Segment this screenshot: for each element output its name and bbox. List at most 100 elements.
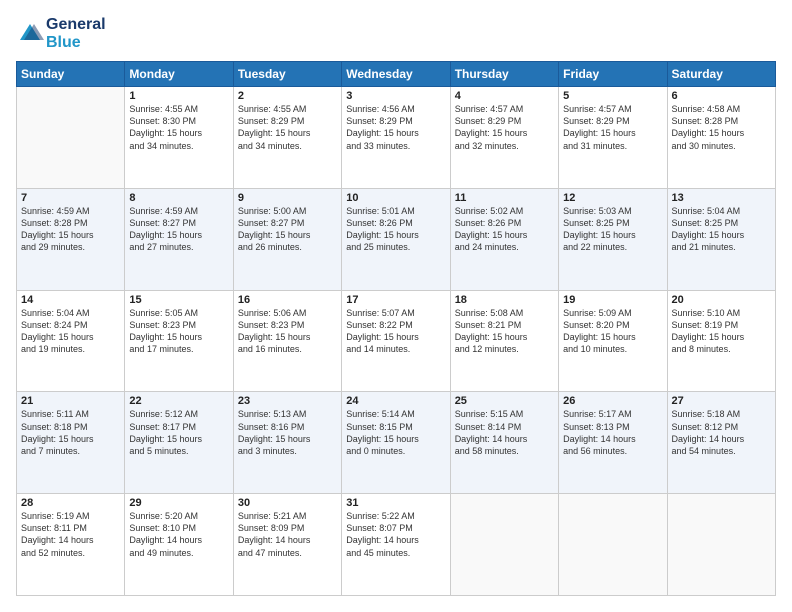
- calendar-week-row: 7Sunrise: 4:59 AM Sunset: 8:28 PM Daylig…: [17, 188, 776, 290]
- day-info: Sunrise: 5:13 AM Sunset: 8:16 PM Dayligh…: [238, 408, 337, 457]
- day-info: Sunrise: 5:04 AM Sunset: 8:24 PM Dayligh…: [21, 307, 120, 356]
- day-info: Sunrise: 5:12 AM Sunset: 8:17 PM Dayligh…: [129, 408, 228, 457]
- day-number: 17: [346, 294, 445, 306]
- table-row: 23Sunrise: 5:13 AM Sunset: 8:16 PM Dayli…: [233, 392, 341, 494]
- day-number: 24: [346, 395, 445, 407]
- day-number: 26: [563, 395, 662, 407]
- table-row: 14Sunrise: 5:04 AM Sunset: 8:24 PM Dayli…: [17, 290, 125, 392]
- table-row: 6Sunrise: 4:58 AM Sunset: 8:28 PM Daylig…: [667, 87, 775, 189]
- logo-text: General Blue: [46, 16, 106, 51]
- day-number: 10: [346, 192, 445, 204]
- day-info: Sunrise: 5:20 AM Sunset: 8:10 PM Dayligh…: [129, 510, 228, 559]
- day-info: Sunrise: 5:02 AM Sunset: 8:26 PM Dayligh…: [455, 205, 554, 254]
- table-row: 28Sunrise: 5:19 AM Sunset: 8:11 PM Dayli…: [17, 494, 125, 596]
- day-info: Sunrise: 5:21 AM Sunset: 8:09 PM Dayligh…: [238, 510, 337, 559]
- day-info: Sunrise: 4:59 AM Sunset: 8:27 PM Dayligh…: [129, 205, 228, 254]
- col-tuesday: Tuesday: [233, 62, 341, 87]
- day-number: 14: [21, 294, 120, 306]
- table-row: 18Sunrise: 5:08 AM Sunset: 8:21 PM Dayli…: [450, 290, 558, 392]
- day-info: Sunrise: 5:07 AM Sunset: 8:22 PM Dayligh…: [346, 307, 445, 356]
- day-info: Sunrise: 5:09 AM Sunset: 8:20 PM Dayligh…: [563, 307, 662, 356]
- calendar-week-row: 28Sunrise: 5:19 AM Sunset: 8:11 PM Dayli…: [17, 494, 776, 596]
- table-row: 12Sunrise: 5:03 AM Sunset: 8:25 PM Dayli…: [559, 188, 667, 290]
- table-row: 11Sunrise: 5:02 AM Sunset: 8:26 PM Dayli…: [450, 188, 558, 290]
- day-number: 2: [238, 90, 337, 102]
- day-info: Sunrise: 5:08 AM Sunset: 8:21 PM Dayligh…: [455, 307, 554, 356]
- day-number: 6: [672, 90, 771, 102]
- table-row: 7Sunrise: 4:59 AM Sunset: 8:28 PM Daylig…: [17, 188, 125, 290]
- day-number: 28: [21, 497, 120, 509]
- table-row: 24Sunrise: 5:14 AM Sunset: 8:15 PM Dayli…: [342, 392, 450, 494]
- day-info: Sunrise: 5:22 AM Sunset: 8:07 PM Dayligh…: [346, 510, 445, 559]
- table-row: 20Sunrise: 5:10 AM Sunset: 8:19 PM Dayli…: [667, 290, 775, 392]
- day-info: Sunrise: 5:10 AM Sunset: 8:19 PM Dayligh…: [672, 307, 771, 356]
- table-row: [559, 494, 667, 596]
- day-info: Sunrise: 5:19 AM Sunset: 8:11 PM Dayligh…: [21, 510, 120, 559]
- table-row: 31Sunrise: 5:22 AM Sunset: 8:07 PM Dayli…: [342, 494, 450, 596]
- table-row: 9Sunrise: 5:00 AM Sunset: 8:27 PM Daylig…: [233, 188, 341, 290]
- table-row: 26Sunrise: 5:17 AM Sunset: 8:13 PM Dayli…: [559, 392, 667, 494]
- day-number: 7: [21, 192, 120, 204]
- col-friday: Friday: [559, 62, 667, 87]
- day-number: 19: [563, 294, 662, 306]
- table-row: 2Sunrise: 4:55 AM Sunset: 8:29 PM Daylig…: [233, 87, 341, 189]
- header: General Blue: [16, 16, 776, 51]
- day-number: 29: [129, 497, 228, 509]
- day-number: 22: [129, 395, 228, 407]
- table-row: 3Sunrise: 4:56 AM Sunset: 8:29 PM Daylig…: [342, 87, 450, 189]
- table-row: [667, 494, 775, 596]
- table-row: 10Sunrise: 5:01 AM Sunset: 8:26 PM Dayli…: [342, 188, 450, 290]
- col-saturday: Saturday: [667, 62, 775, 87]
- page: General Blue Sunday Monday Tuesday Wedne…: [0, 0, 792, 612]
- day-number: 25: [455, 395, 554, 407]
- day-number: 1: [129, 90, 228, 102]
- day-number: 12: [563, 192, 662, 204]
- day-number: 20: [672, 294, 771, 306]
- day-number: 13: [672, 192, 771, 204]
- day-info: Sunrise: 4:59 AM Sunset: 8:28 PM Dayligh…: [21, 205, 120, 254]
- table-row: 8Sunrise: 4:59 AM Sunset: 8:27 PM Daylig…: [125, 188, 233, 290]
- day-number: 5: [563, 90, 662, 102]
- col-wednesday: Wednesday: [342, 62, 450, 87]
- day-number: 21: [21, 395, 120, 407]
- table-row: 4Sunrise: 4:57 AM Sunset: 8:29 PM Daylig…: [450, 87, 558, 189]
- table-row: 5Sunrise: 4:57 AM Sunset: 8:29 PM Daylig…: [559, 87, 667, 189]
- day-info: Sunrise: 5:15 AM Sunset: 8:14 PM Dayligh…: [455, 408, 554, 457]
- day-number: 23: [238, 395, 337, 407]
- table-row: 22Sunrise: 5:12 AM Sunset: 8:17 PM Dayli…: [125, 392, 233, 494]
- day-info: Sunrise: 5:14 AM Sunset: 8:15 PM Dayligh…: [346, 408, 445, 457]
- table-row: 25Sunrise: 5:15 AM Sunset: 8:14 PM Dayli…: [450, 392, 558, 494]
- table-row: 1Sunrise: 4:55 AM Sunset: 8:30 PM Daylig…: [125, 87, 233, 189]
- table-row: 17Sunrise: 5:07 AM Sunset: 8:22 PM Dayli…: [342, 290, 450, 392]
- table-row: 30Sunrise: 5:21 AM Sunset: 8:09 PM Dayli…: [233, 494, 341, 596]
- day-info: Sunrise: 5:01 AM Sunset: 8:26 PM Dayligh…: [346, 205, 445, 254]
- day-info: Sunrise: 4:57 AM Sunset: 8:29 PM Dayligh…: [563, 103, 662, 152]
- calendar-week-row: 14Sunrise: 5:04 AM Sunset: 8:24 PM Dayli…: [17, 290, 776, 392]
- table-row: [17, 87, 125, 189]
- day-info: Sunrise: 5:18 AM Sunset: 8:12 PM Dayligh…: [672, 408, 771, 457]
- calendar-table: Sunday Monday Tuesday Wednesday Thursday…: [16, 61, 776, 596]
- day-info: Sunrise: 4:55 AM Sunset: 8:29 PM Dayligh…: [238, 103, 337, 152]
- table-row: 27Sunrise: 5:18 AM Sunset: 8:12 PM Dayli…: [667, 392, 775, 494]
- calendar-week-row: 21Sunrise: 5:11 AM Sunset: 8:18 PM Dayli…: [17, 392, 776, 494]
- day-number: 11: [455, 192, 554, 204]
- day-info: Sunrise: 5:17 AM Sunset: 8:13 PM Dayligh…: [563, 408, 662, 457]
- day-info: Sunrise: 4:55 AM Sunset: 8:30 PM Dayligh…: [129, 103, 228, 152]
- day-number: 30: [238, 497, 337, 509]
- day-number: 31: [346, 497, 445, 509]
- day-info: Sunrise: 4:58 AM Sunset: 8:28 PM Dayligh…: [672, 103, 771, 152]
- day-info: Sunrise: 4:56 AM Sunset: 8:29 PM Dayligh…: [346, 103, 445, 152]
- day-number: 3: [346, 90, 445, 102]
- table-row: 19Sunrise: 5:09 AM Sunset: 8:20 PM Dayli…: [559, 290, 667, 392]
- table-row: [450, 494, 558, 596]
- table-row: 16Sunrise: 5:06 AM Sunset: 8:23 PM Dayli…: [233, 290, 341, 392]
- table-row: 15Sunrise: 5:05 AM Sunset: 8:23 PM Dayli…: [125, 290, 233, 392]
- day-info: Sunrise: 5:05 AM Sunset: 8:23 PM Dayligh…: [129, 307, 228, 356]
- day-number: 16: [238, 294, 337, 306]
- day-info: Sunrise: 5:04 AM Sunset: 8:25 PM Dayligh…: [672, 205, 771, 254]
- col-sunday: Sunday: [17, 62, 125, 87]
- day-info: Sunrise: 5:00 AM Sunset: 8:27 PM Dayligh…: [238, 205, 337, 254]
- calendar-week-row: 1Sunrise: 4:55 AM Sunset: 8:30 PM Daylig…: [17, 87, 776, 189]
- day-info: Sunrise: 5:11 AM Sunset: 8:18 PM Dayligh…: [21, 408, 120, 457]
- day-info: Sunrise: 5:06 AM Sunset: 8:23 PM Dayligh…: [238, 307, 337, 356]
